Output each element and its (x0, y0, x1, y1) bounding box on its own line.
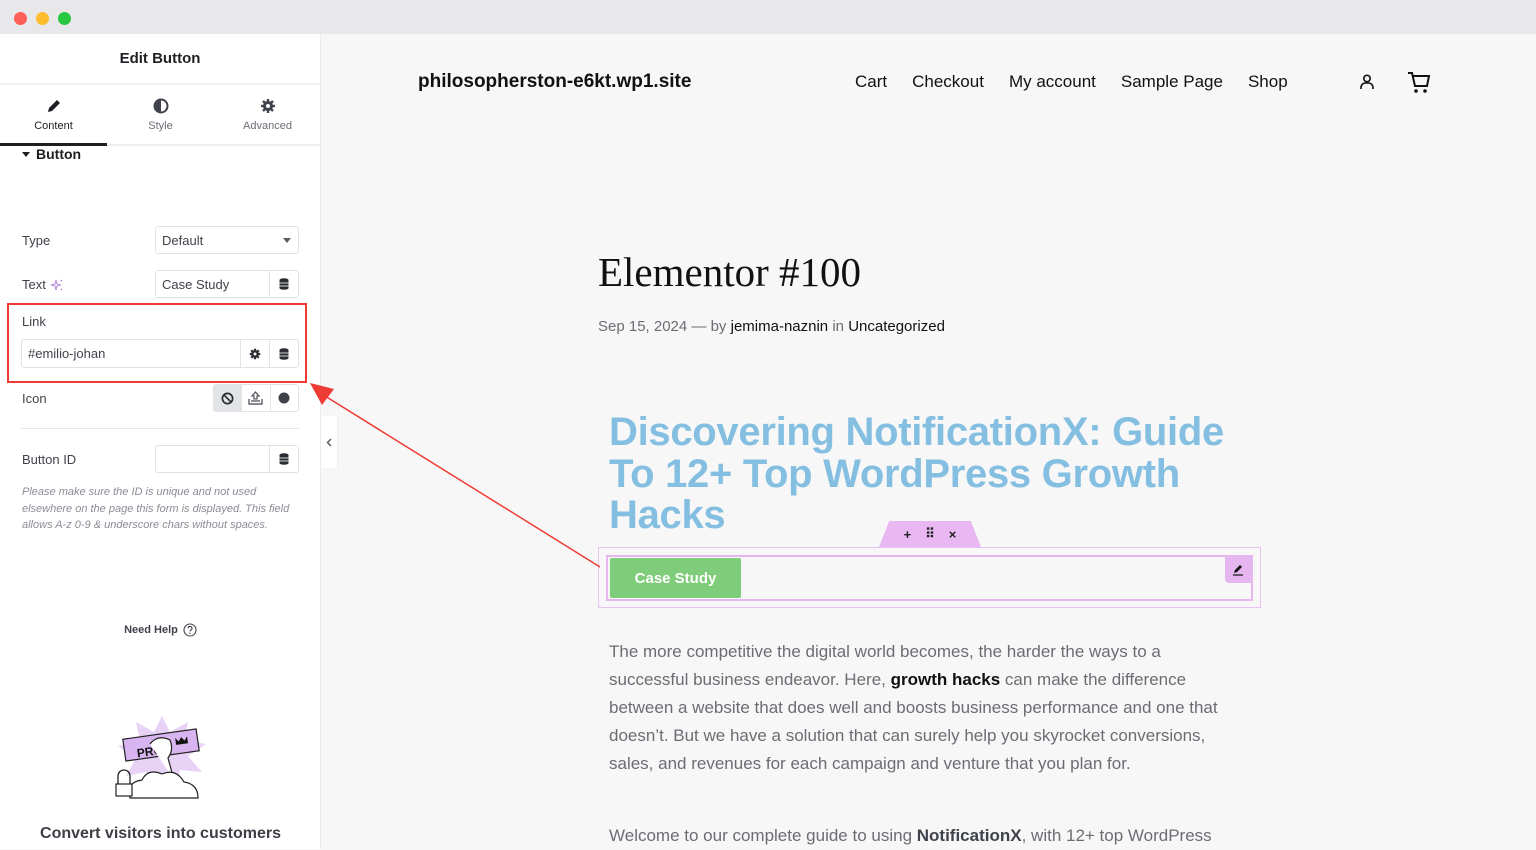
text-input-value: Case Study (162, 276, 230, 292)
tab-content[interactable]: Content (0, 85, 107, 146)
nav-cart[interactable]: Cart (855, 72, 887, 92)
link-input-value: #emilio-johan (28, 346, 106, 361)
icon-option-upload[interactable] (241, 385, 269, 411)
dynamic-tags-button[interactable] (269, 446, 298, 472)
widget-toolbar: + ⠿ × (879, 521, 981, 547)
ai-sparkle-icon[interactable] (50, 279, 63, 291)
gear-icon (249, 348, 261, 359)
add-widget-icon[interactable]: + (904, 527, 912, 542)
need-help-label: Need Help (124, 624, 178, 636)
nav-my-account[interactable]: My account (1009, 72, 1096, 92)
paragraph-text: Welcome to our complete guide to using (609, 826, 917, 845)
section-title: Button (36, 146, 82, 162)
button-id-input[interactable] (155, 445, 299, 473)
gear-icon (260, 98, 275, 113)
tab-label: Advanced (243, 119, 292, 132)
site-title[interactable]: philosopherston-e6kt.wp1.site (418, 71, 691, 93)
panel-tabs: Content Style Advanced (0, 85, 320, 146)
promo-text: Convert visitors into customers (40, 825, 281, 842)
nav-checkout[interactable]: Checkout (912, 72, 984, 92)
circle-icon (278, 392, 290, 404)
tab-advanced[interactable]: Advanced (214, 85, 321, 144)
half-circle-icon (153, 98, 168, 113)
icon-option-circle[interactable] (269, 385, 298, 411)
icon-option-none[interactable] (214, 385, 242, 411)
database-icon (279, 453, 289, 465)
close-window-button[interactable] (14, 12, 27, 25)
article-paragraph: The more competitive the digital world b… (609, 638, 1244, 778)
post-by: — by (691, 318, 727, 335)
arrow-line (324, 395, 601, 568)
database-icon (279, 278, 289, 290)
cart-icon[interactable] (1406, 70, 1432, 96)
icon-choice-group (213, 384, 299, 412)
caret-down-icon (22, 151, 30, 157)
window-titlebar (0, 0, 1536, 34)
type-select-value: Default (162, 232, 204, 248)
text-label: Text (22, 277, 46, 292)
post-title: Elementor #100 (598, 249, 862, 295)
post-in: in (832, 318, 845, 335)
icon-label: Icon (22, 391, 47, 406)
pencil-icon (47, 99, 60, 112)
link-input[interactable]: #emilio-johan (21, 339, 299, 368)
post-meta: Sep 15, 2024 — by jemima-naznin in Uncat… (598, 318, 945, 335)
nav-sample-page[interactable]: Sample Page (1121, 72, 1223, 92)
article-paragraph: Welcome to our complete guide to using N… (609, 822, 1249, 850)
edit-widget-button[interactable] (1225, 557, 1251, 583)
none-icon (221, 392, 234, 404)
case-study-button[interactable]: Case Study (610, 558, 741, 598)
maximize-window-button[interactable] (58, 12, 71, 25)
panel-title: Edit Button (0, 34, 320, 85)
chevron-left-icon (326, 438, 332, 446)
post-category-link[interactable]: Uncategorized (848, 318, 945, 335)
section-divider (21, 428, 299, 429)
post-author-link[interactable]: jemima-naznin (731, 318, 829, 335)
button-id-help-text: Please make sure the ID is unique and no… (22, 486, 290, 531)
paragraph-bold-text: NotificationX (916, 826, 1022, 845)
upload-icon (248, 391, 264, 405)
type-label: Type (22, 233, 51, 248)
pencil-icon (1233, 565, 1243, 576)
question-circle-icon (183, 623, 197, 637)
nav-shop[interactable]: Shop (1248, 72, 1288, 92)
paragraph-bold-text: growth hacks (890, 670, 1001, 689)
link-options-button[interactable] (240, 340, 269, 367)
drag-handle-icon[interactable]: ⠿ (925, 526, 935, 542)
tab-style[interactable]: Style (107, 85, 214, 144)
delete-widget-icon[interactable]: × (949, 527, 957, 542)
text-label-row: Text (22, 277, 63, 292)
text-input[interactable]: Case Study (155, 270, 299, 298)
tab-label: Style (148, 119, 173, 132)
tab-label: Content (34, 119, 73, 132)
user-icon[interactable] (1358, 73, 1376, 91)
post-date: Sep 15, 2024 (598, 318, 688, 335)
site-nav: Cart Checkout My account Sample Page Sho… (855, 72, 1288, 92)
button-id-label: Button ID (22, 452, 77, 467)
pro-promo-illustration: PRO (115, 716, 206, 799)
section-toggle-button[interactable]: Button (22, 146, 81, 162)
type-select[interactable]: Default (155, 226, 299, 254)
link-label: Link (22, 314, 46, 329)
dynamic-tags-button[interactable] (269, 340, 298, 367)
chevron-down-icon (283, 237, 291, 243)
need-help-link[interactable]: Need Help (0, 623, 321, 637)
article-heading: Discovering NotificationX: Guide To 12+ … (609, 410, 1224, 537)
collapse-panel-button[interactable] (321, 416, 337, 468)
paragraph-text: , with 12+ top WordPress (1021, 826, 1212, 845)
dynamic-tags-button[interactable] (269, 271, 298, 297)
database-icon (279, 347, 289, 360)
minimize-window-button[interactable] (36, 12, 49, 25)
